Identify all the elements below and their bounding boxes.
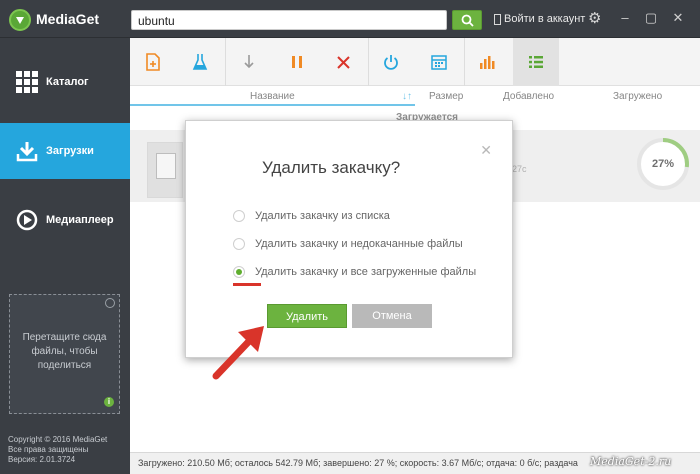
close-button[interactable]: ✕ — [667, 8, 689, 28]
drop-zone-text: Перетащите сюда файлы, чтобы поделиться — [22, 332, 107, 371]
play-icon — [16, 209, 38, 231]
flask-icon — [192, 54, 208, 70]
delete-button[interactable] — [328, 38, 358, 86]
search-icon — [461, 14, 474, 27]
pause-button[interactable] — [282, 38, 312, 86]
pause-icon — [292, 56, 302, 68]
sidebar-item-label: Загрузки — [46, 145, 94, 157]
radio-label: Удалить закачку и все загруженные файлы — [255, 266, 477, 278]
toolbar-divider — [464, 38, 465, 86]
close-icon[interactable]: ✕ — [480, 143, 492, 157]
copyright-line: Copyright © 2016 MediaGet — [8, 435, 108, 444]
toolbar-divider — [225, 38, 226, 86]
sidebar-item-catalog[interactable]: Каталог — [0, 54, 130, 110]
sidebar-item-mediaplayer[interactable]: Медиаплеер — [0, 192, 130, 248]
minimize-button[interactable]: – — [614, 8, 636, 28]
sidebar-item-label: Медиаплеер — [46, 214, 114, 226]
drop-zone[interactable]: Перетащите сюда файлы, чтобы поделиться … — [9, 294, 120, 414]
toolbar — [130, 38, 700, 86]
login-label: Войти в аккаунт — [504, 13, 586, 25]
grid-icon — [16, 71, 38, 93]
radio-label: Удалить закачку из списка — [255, 210, 390, 222]
search-button[interactable] — [452, 10, 482, 30]
pointer-arrow-icon — [212, 326, 264, 380]
start-button[interactable] — [234, 38, 264, 86]
list-view-button[interactable] — [513, 38, 559, 86]
radio-option-remove-all-files[interactable]: Удалить закачку и все загруженные файлы — [233, 266, 476, 278]
scheduler-button[interactable] — [424, 38, 454, 86]
copyright: Copyright © 2016 MediaGet Все права защи… — [8, 435, 107, 465]
delete-icon — [336, 55, 350, 69]
gear-icon[interactable]: ⚙ — [588, 11, 601, 26]
download-icon — [16, 142, 38, 162]
highlight-underline — [233, 283, 261, 286]
shutdown-button[interactable] — [376, 38, 406, 86]
sidebar-item-label: Каталог — [46, 76, 89, 88]
title-bar: MediaGet ubuntu Войти в аккаунт ⚙ – ▢ ✕ — [0, 0, 700, 38]
login-icon — [494, 13, 501, 25]
radio-button-checked[interactable] — [233, 266, 245, 278]
app-title: MediaGet — [36, 11, 100, 27]
search-input[interactable]: ubuntu — [131, 10, 447, 30]
dialog-title: Удалить закачку? — [262, 158, 401, 177]
radio-button[interactable] — [233, 238, 245, 250]
login-button[interactable]: Войти в аккаунт — [494, 13, 585, 25]
clock-icon — [105, 298, 115, 308]
cancel-button[interactable]: Отмена — [352, 304, 432, 328]
statistics-button[interactable] — [472, 38, 502, 86]
info-icon[interactable]: i — [104, 397, 114, 407]
mediaget-logo-icon — [9, 9, 31, 31]
download-icon — [244, 55, 254, 69]
calendar-icon — [431, 55, 447, 70]
radio-option-remove-partial-files[interactable]: Удалить закачку и недокачанные файлы — [233, 238, 463, 250]
stats-icon — [480, 56, 495, 69]
add-torrent-button[interactable] — [138, 38, 168, 86]
watermark: MediaGet-2.ru — [590, 455, 672, 468]
radio-label: Удалить закачку и недокачанные файлы — [255, 238, 463, 250]
power-icon — [384, 55, 398, 70]
rights-line: Все права защищены — [8, 445, 89, 454]
version-line: Версия: 2.01.3724 — [8, 455, 76, 464]
toolbar-divider — [368, 38, 369, 86]
radio-button[interactable] — [233, 210, 245, 222]
list-icon — [529, 56, 543, 68]
maximize-button[interactable]: ▢ — [640, 8, 662, 28]
delete-confirm-button[interactable]: Удалить — [267, 304, 347, 328]
sidebar-item-downloads[interactable]: Загрузки — [0, 123, 130, 179]
sidebar: Каталог Загрузки Медиаплеер Перетащите с… — [0, 38, 130, 474]
test-button[interactable] — [185, 38, 215, 86]
add-file-icon — [146, 53, 160, 71]
radio-option-remove-from-list[interactable]: Удалить закачку из списка — [233, 210, 390, 222]
